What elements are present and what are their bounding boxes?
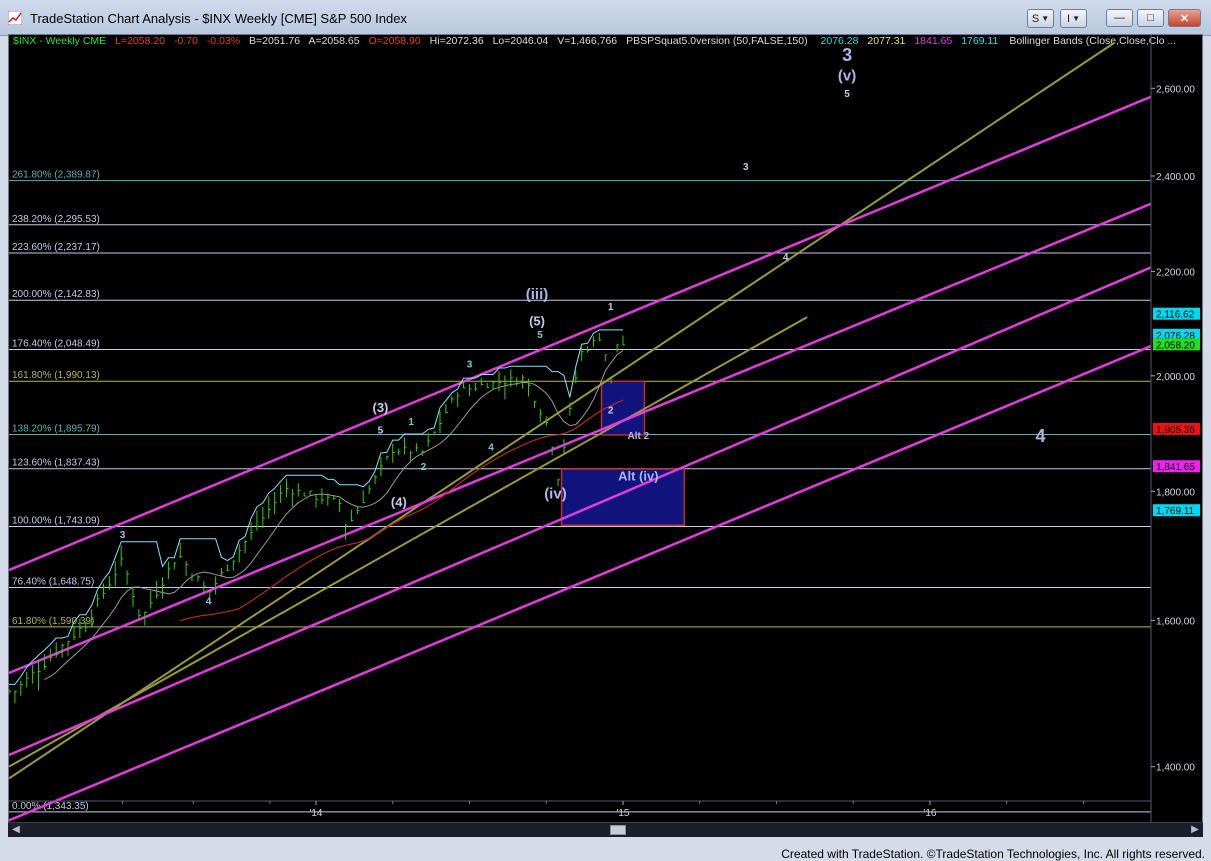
wave-label: Alt (iv) — [618, 468, 658, 483]
channel-lines — [9, 42, 1152, 822]
wave-label: 5 — [844, 89, 850, 100]
price-axis-tick-label: 1,800.00 — [1156, 487, 1195, 498]
wave-label: 4 — [488, 443, 494, 454]
wave-label: 2 — [608, 406, 614, 417]
wave-label: 5 — [537, 330, 543, 341]
fib-label: 238.20% (2,295.53) — [12, 214, 100, 225]
fib-label: 261.80% (2,389.87) — [12, 170, 100, 181]
maximize-button[interactable]: □ — [1137, 9, 1164, 27]
wave-label: 1 — [608, 302, 614, 313]
chart-window[interactable]: $INX - Weekly CME L=2058.20 -0.70 -0.03%… — [8, 34, 1203, 837]
price-tag-label: 2,058.20 — [1156, 340, 1195, 351]
scroll-right-icon[interactable]: ▶ — [1189, 824, 1201, 836]
time-axis-tick-label: '16 — [923, 808, 936, 819]
time-axis-tick-label: '14 — [309, 808, 322, 819]
minimize-button[interactable]: — — [1106, 9, 1133, 27]
wave-label: 3 — [842, 45, 852, 65]
wave-label: 3 — [467, 360, 473, 371]
wave-label: (5) — [529, 313, 545, 328]
minimize-icon: — — [1114, 12, 1125, 24]
price-tag-label: 1,769.11 — [1156, 506, 1195, 517]
wave-label: 4 — [206, 597, 212, 608]
tradestation-app-icon — [8, 11, 22, 25]
wave-label: (3) — [373, 400, 389, 415]
wave-label: 4 — [1035, 426, 1045, 446]
wave-label: 4 — [783, 252, 789, 263]
fib-label: 123.60% (1,837.43) — [12, 458, 100, 469]
fib-label: 200.00% (2,142.83) — [12, 289, 100, 300]
wave-label: Alt 2 — [627, 431, 649, 442]
price-bars — [9, 333, 625, 704]
header-low: Lo=2046.04 — [493, 35, 549, 47]
fib-label: 223.60% (2,237.17) — [12, 242, 100, 253]
fib-label: 161.80% (1,990.13) — [12, 370, 100, 381]
time-axis: '14 '15 '16 — [9, 800, 1151, 819]
header-ind-v4: 1769.11 — [961, 35, 998, 47]
fast-moving-average-line — [44, 350, 624, 680]
header-change: -0.70 — [174, 35, 198, 47]
price-axis-tick-label: 2,400.00 — [1156, 172, 1195, 183]
header-indicator: PBSPSquat5.0version (50,FALSE,150) — [626, 35, 808, 47]
window-title: TradeStation Chart Analysis - $INX Weekl… — [30, 11, 407, 26]
header-symbol: $INX - Weekly CME — [13, 35, 106, 47]
chevron-down-icon: ▼ — [1072, 14, 1080, 23]
fib-label: 176.40% (2,048.49) — [12, 339, 100, 350]
close-icon: ✕ — [1179, 12, 1190, 25]
scroll-thumb[interactable] — [610, 825, 626, 835]
horizontal-scrollbar[interactable]: ◀ ▶ — [8, 822, 1203, 837]
chevron-down-icon: ▼ — [1041, 14, 1050, 23]
fib-label: 76.40% (1,648.75) — [12, 576, 94, 587]
i-dropdown-button[interactable]: I ▼ — [1060, 9, 1087, 28]
close-button[interactable]: ✕ — [1168, 9, 1201, 27]
price-axis-tick-label: 2,200.00 — [1156, 267, 1195, 278]
header-change-pct: -0.03% — [207, 35, 240, 47]
fib-label: 61.80% (1,590.39) — [12, 616, 94, 627]
wave-label: 3 — [743, 162, 749, 173]
wave-label: (iv) — [544, 486, 567, 503]
title-bar: TradeStation Chart Analysis - $INX Weekl… — [0, 0, 1211, 36]
price-axis-tick-label: 1,400.00 — [1156, 763, 1195, 774]
wave-label: (iii) — [526, 286, 549, 303]
price-tag-label: 1,905.36 — [1156, 425, 1195, 436]
wave-label: 2 — [421, 462, 427, 473]
header-high: Hi=2072.36 — [430, 35, 484, 47]
olive-channel-line — [9, 42, 1115, 780]
header-open: O=2058.90 — [368, 35, 420, 47]
header-ind-v2: 2077.31 — [867, 35, 905, 47]
maximize-icon: □ — [1147, 12, 1154, 24]
footer-credit: Created with TradeStation. ©TradeStation… — [781, 847, 1205, 861]
wave-label: 5 — [378, 426, 384, 437]
fib-label: 100.00% (1,743.09) — [12, 515, 100, 526]
header-line: $INX - Weekly CME L=2058.20 -0.70 -0.03%… — [13, 35, 1176, 47]
header-volume: V=1,466,766 — [557, 35, 617, 47]
header-ind-v1: 2076.28 — [821, 35, 859, 47]
price-axis-tick-label: 1,600.00 — [1156, 616, 1195, 627]
magenta-channel-line — [9, 266, 1152, 757]
magenta-channel-line — [9, 344, 1152, 822]
header-bid: B=2051.76 — [249, 35, 300, 47]
scroll-left-icon[interactable]: ◀ — [10, 824, 22, 836]
header-ind-v3: 1841.65 — [914, 35, 952, 47]
time-axis-tick-label: '15 — [616, 808, 629, 819]
price-axis-tick-label: 2,000.00 — [1156, 372, 1195, 383]
magenta-channel-line — [9, 202, 1152, 675]
wave-label: (v) — [838, 68, 856, 85]
price-tag-label: 2,116.62 — [1156, 310, 1195, 321]
fib-label: 138.20% (1,895.79) — [12, 423, 100, 434]
wave-label: 1 — [408, 417, 414, 428]
i-button-label: I — [1067, 12, 1071, 25]
wave-label: (4) — [391, 495, 407, 510]
price-axis-tick-label: 2,600.00 — [1156, 84, 1195, 95]
s-button-label: S — [1031, 12, 1040, 25]
price-chart[interactable]: $INX - Weekly CME L=2058.20 -0.70 -0.03%… — [9, 35, 1202, 836]
header-ask: A=2058.65 — [308, 35, 359, 47]
price-tag-label: 1,841.65 — [1156, 462, 1195, 473]
header-last: L=2058.20 — [115, 35, 165, 47]
s-dropdown-button[interactable]: S ▼ — [1027, 9, 1054, 28]
wave-label: 3 — [120, 530, 126, 541]
price-axis: 2,600.00 2,400.00 2,200.00 2,000.00 1,800.00… — [1150, 35, 1200, 829]
